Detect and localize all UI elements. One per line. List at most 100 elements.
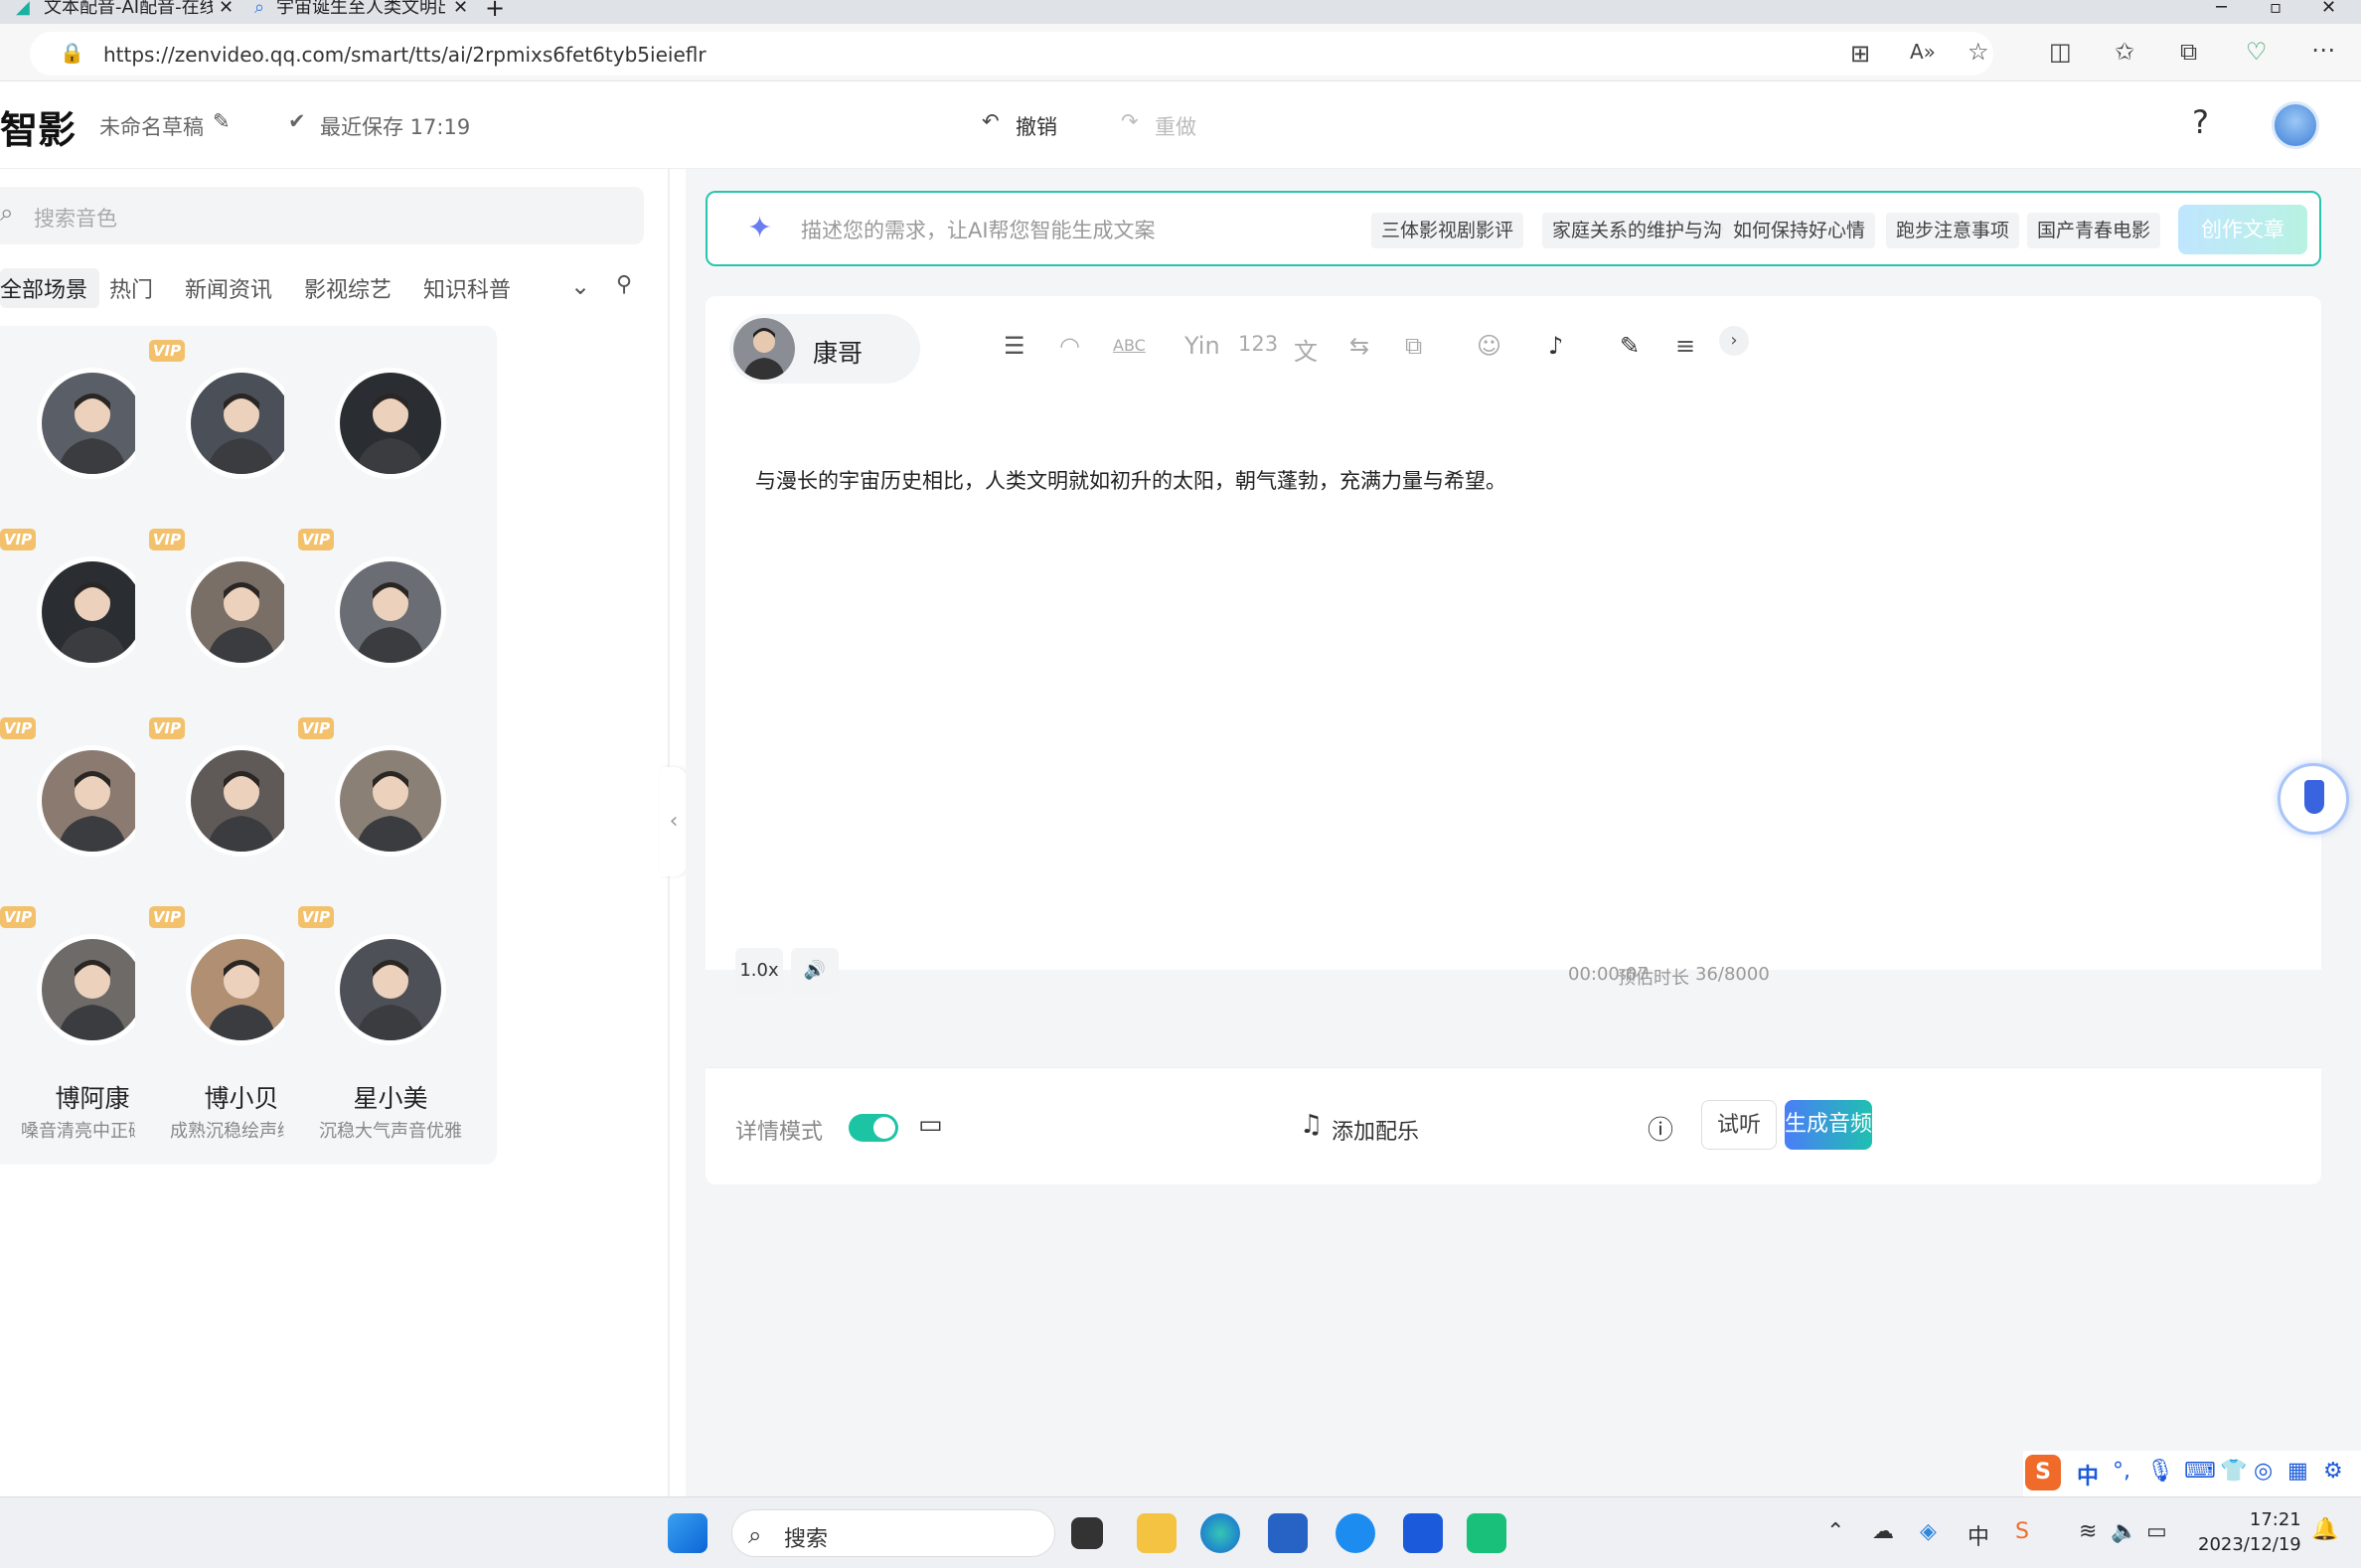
read-aloud-icon[interactable]: A» <box>1910 40 1936 64</box>
abc-icon[interactable]: ABC <box>1113 336 1146 355</box>
close-tab-icon[interactable]: ✕ <box>219 0 233 24</box>
translate-icon[interactable]: 文 <box>1294 332 1318 367</box>
tab-hot[interactable]: 热门 <box>109 272 153 304</box>
split-screen-icon[interactable]: ◫ <box>2049 38 2072 66</box>
edge-icon[interactable] <box>1200 1513 1240 1553</box>
voice-search-input[interactable]: ⌕ 搜索音色 <box>0 187 644 244</box>
tab-science[interactable]: 知识科普 <box>423 272 511 304</box>
grid-icon[interactable]: ⊞ <box>1850 40 1870 68</box>
wifi-icon[interactable]: ≋ <box>2079 1519 2097 1544</box>
format-list-icon[interactable]: ≡ <box>1675 332 1695 360</box>
wechat-icon[interactable] <box>1467 1513 1506 1553</box>
detail-mode-toggle[interactable] <box>849 1114 898 1142</box>
store-icon[interactable] <box>1268 1513 1308 1553</box>
undo-icon[interactable]: ↶ <box>982 109 1000 133</box>
listen-button[interactable]: 试听 <box>1701 1100 1777 1150</box>
multi-role-icon[interactable]: ☺ <box>1477 332 1501 360</box>
minimize-icon[interactable]: ─ <box>2216 0 2236 24</box>
add-music-button[interactable]: 添加配乐 <box>1332 1114 1419 1146</box>
volume-tray-icon[interactable]: 🔈 <box>2111 1519 2137 1544</box>
sogou-tray-icon[interactable]: S <box>2015 1519 2029 1544</box>
speed-gauge-icon[interactable]: ◠ <box>1059 332 1080 360</box>
address-bar[interactable]: 🔒 https://zenvideo.qq.com/smart/tts/ai/2… <box>30 32 1993 76</box>
skin-icon[interactable]: 👕 <box>2220 1459 2247 1484</box>
sogou-logo-icon[interactable]: S <box>2025 1455 2061 1490</box>
number-icon[interactable]: 123 <box>1238 332 1278 356</box>
favorites-icon[interactable]: ✩ <box>2115 38 2134 66</box>
close-tab-icon[interactable]: ✕ <box>453 0 467 24</box>
ai-prompt-input[interactable]: 描述您的需求，让AI帮您智能生成文案 <box>801 215 1156 244</box>
edit-pencil-icon[interactable]: ✎ <box>213 109 231 133</box>
filter-icon[interactable]: ⚲ <box>616 272 632 297</box>
search-tab-favicon-icon: ⌕ <box>254 0 265 18</box>
taskbar-search[interactable]: ⌕ 搜索 <box>731 1509 1055 1557</box>
volume-icon[interactable]: 🔊 <box>791 948 839 994</box>
ai-chip[interactable]: 国产青春电影 <box>2027 213 2161 248</box>
floating-assistant-button[interactable] <box>2278 763 2349 835</box>
ime-tray-icon[interactable]: 中 <box>1968 1519 1989 1551</box>
browser-tab-1[interactable]: 文本配音-AI配音-在线文字转语音 <box>44 0 213 24</box>
star-icon[interactable]: ☆ <box>1968 38 1989 66</box>
apps-icon[interactable]: ▦ <box>2287 1459 2308 1484</box>
ai-chip[interactable]: 跑步注意事项 <box>1886 213 2020 248</box>
swap-icon[interactable]: ⇆ <box>1349 332 1369 360</box>
copy-icon[interactable]: ⧉ <box>1405 332 1422 360</box>
url-text[interactable]: https://zenvideo.qq.com/smart/tts/ai/2rp… <box>103 43 707 67</box>
redo-icon[interactable]: ↷ <box>1121 109 1139 133</box>
collections-icon[interactable]: ⧉ <box>2180 38 2197 66</box>
tab-film[interactable]: 影视综艺 <box>304 272 392 304</box>
browser-tab-2[interactable]: 宇宙诞生至人类文明出现概述 - <box>276 0 445 24</box>
heart-pulse-icon[interactable]: ♡ <box>2246 38 2268 66</box>
new-tab-button[interactable]: + <box>485 0 505 24</box>
lock-icon[interactable]: 🔒 <box>60 41 84 65</box>
logo[interactable]: 智影 <box>0 99 76 154</box>
game-icon[interactable]: ◎ <box>2254 1459 2273 1484</box>
pen-icon[interactable]: ✎ <box>1620 332 1640 360</box>
ai-chip[interactable]: 家庭关系的维护与沟通 <box>1542 213 1752 248</box>
speaker-selector[interactable]: 康哥 <box>729 314 920 384</box>
chevron-down-icon[interactable]: ⌄ <box>570 272 590 300</box>
onedrive-icon[interactable]: ☁ <box>1872 1519 1894 1544</box>
keyboard-icon[interactable]: ⌨ <box>2184 1459 2216 1484</box>
draft-name[interactable]: 未命名草稿 <box>99 111 204 141</box>
tab-all-scenes[interactable]: 全部场景 <box>0 268 100 308</box>
task-view-icon[interactable] <box>1071 1517 1103 1549</box>
battery-icon[interactable]: ▭ <box>2146 1519 2167 1544</box>
user-avatar[interactable] <box>2272 101 2319 149</box>
ime-language[interactable]: 中 <box>2077 1459 2099 1490</box>
voice-card[interactable]: VIP 星小美 沉稳大气声音优雅 <box>284 892 497 1165</box>
start-icon[interactable] <box>668 1513 708 1553</box>
info-icon[interactable]: ⓘ <box>1648 1110 1673 1147</box>
ai-chip[interactable]: 如何保持好心情 <box>1723 213 1876 248</box>
taskbar-clock[interactable]: 17:21 2023/12/19 <box>2198 1507 2301 1557</box>
more-icon[interactable]: ⋯ <box>2311 36 2335 64</box>
tray-app-icon[interactable]: ◈ <box>1920 1519 1937 1544</box>
pause-insert-icon[interactable]: ☰ <box>1004 332 1025 360</box>
undo-button[interactable]: 撤销 <box>1016 111 1057 141</box>
mic-icon[interactable]: 🎙 <box>2146 1459 2174 1484</box>
create-article-button[interactable]: 创作文章 <box>2178 205 2307 254</box>
lenovo-icon[interactable] <box>1403 1513 1443 1553</box>
chevron-right-icon[interactable]: › <box>1719 326 1749 356</box>
ie-icon[interactable] <box>1336 1513 1375 1553</box>
script-text[interactable]: 与漫长的宇宙历史相比，人类文明就如初升的太阳，朝气蓬勃，充满力量与希望。 <box>755 465 1506 495</box>
pinyin-icon[interactable]: Yin <box>1184 332 1220 360</box>
music-note-icon[interactable]: ♪ <box>1548 332 1563 360</box>
close-window-icon[interactable]: ✕ <box>2321 0 2341 24</box>
music-icon[interactable]: ♫ <box>1300 1110 1323 1140</box>
notification-icon[interactable]: 🔔 <box>2311 1517 2338 1542</box>
tab-news[interactable]: 新闻资讯 <box>185 272 272 304</box>
voice-avatar <box>37 934 148 1045</box>
settings-icon[interactable]: ⚙ <box>2323 1459 2343 1484</box>
redo-button[interactable]: 重做 <box>1155 111 1196 141</box>
ai-chip[interactable]: 三体影视剧影评 <box>1371 213 1524 248</box>
ime-punct-icon[interactable]: °, <box>2113 1459 2130 1484</box>
help-icon[interactable]: ? <box>2192 103 2209 141</box>
speed-button[interactable]: 1.0x <box>735 948 783 994</box>
restore-icon[interactable]: ▫ <box>2270 0 2289 24</box>
collapse-panel-button[interactable]: ‹ <box>660 767 688 876</box>
waveform-icon[interactable]: ▭ <box>918 1110 943 1140</box>
file-explorer-icon[interactable] <box>1137 1513 1177 1553</box>
tray-overflow-icon[interactable]: ⌃ <box>1826 1519 1844 1544</box>
generate-audio-button[interactable]: 生成音频 <box>1785 1100 1872 1150</box>
